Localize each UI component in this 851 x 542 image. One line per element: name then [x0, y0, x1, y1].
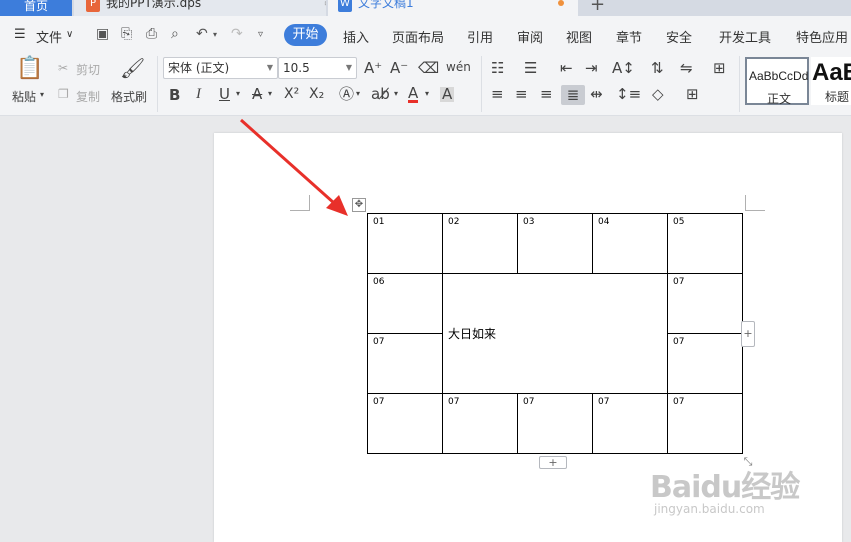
arrow-shaft — [240, 118, 335, 205]
annotation-arrow — [240, 118, 348, 216]
baidu-watermark: Baidu经验 jingyan.baidu.com — [650, 462, 800, 516]
watermark-url: jingyan.baidu.com — [654, 502, 765, 516]
watermark-brand: Baidu经验 — [650, 470, 800, 505]
